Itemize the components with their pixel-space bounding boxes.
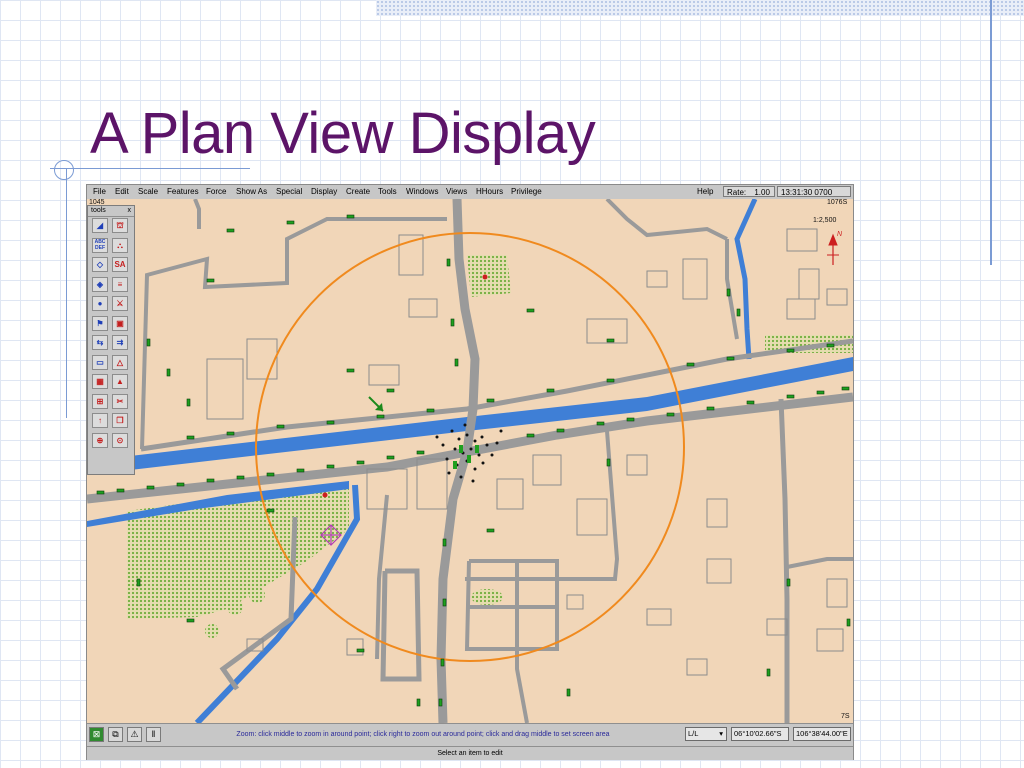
rate-label: Rate: (727, 188, 747, 197)
triangle-icon[interactable]: △ (112, 354, 128, 370)
road (515, 561, 529, 723)
vegetation-area (249, 587, 265, 603)
map-corner-code: 7S (841, 713, 850, 720)
area-draw-icon[interactable]: ◇ (92, 257, 108, 272)
menu-file[interactable]: File (91, 185, 108, 199)
text-abc-icon[interactable]: ABC DEF (92, 237, 108, 253)
map-corner-code: 1076S (827, 199, 848, 206)
minefield-icon[interactable]: ⊞ (92, 393, 108, 409)
pause-icon[interactable]: ‖ (146, 727, 161, 742)
grid-icon[interactable]: ▦ (92, 374, 108, 389)
slide-top-band (376, 0, 1024, 16)
longitude-field[interactable]: 106°38'44.00"E (793, 727, 851, 741)
close-icon[interactable]: x (128, 206, 132, 216)
map-scale: 1:2,500 (813, 217, 837, 224)
coord-mode-select[interactable]: L/L ▾ (685, 727, 727, 741)
latitude-field[interactable]: 06°10'02.66"S (731, 727, 789, 741)
enemy-marker (482, 274, 488, 280)
chevron-down-icon: ▾ (719, 729, 723, 738)
tools-title-label: tools (91, 207, 106, 214)
slide-decor-line (50, 168, 250, 169)
north-label: N (837, 231, 843, 238)
river-branch (734, 199, 758, 360)
cross-swords-icon[interactable]: ⚔ (112, 296, 128, 311)
coord-mode-value: L/L (688, 729, 699, 738)
vegetation-area (205, 624, 219, 638)
edit-message: Select an item to edit (437, 750, 503, 757)
enemy-marker (322, 492, 328, 498)
menu-display[interactable]: Display (309, 185, 339, 199)
camera-icon[interactable]: ▣ (112, 315, 128, 331)
tools-palette[interactable]: tools x ◢ ⛫ ABC DEF ⛬ ◇ SA ◈ ≡ ● ⚔ ⚑ ▣ ⇆ ⇉ ▭ △ ▦ ▲ ⊞ ✂ ↑ ❐ ⊕ ⊙ (87, 205, 135, 475)
crosshair-icon[interactable]: ⊙ (112, 432, 128, 448)
sim-clock: 13:31:30 0700 SIM (777, 186, 851, 208)
route-icon[interactable]: ⇆ (92, 335, 108, 350)
vegetation-area (227, 599, 243, 615)
rate-value: 1.00 (754, 188, 770, 197)
flag-icon[interactable]: ⚑ (92, 315, 108, 331)
road (193, 199, 201, 229)
stack-icon[interactable]: ▲ (112, 374, 128, 389)
plan-view-window: File Edit Scale Features Force Show As S… (86, 184, 854, 760)
units-group-red-icon[interactable]: ⛬ (112, 237, 128, 253)
menu-windows[interactable]: Windows (404, 185, 440, 199)
slide-decor-line (66, 168, 67, 418)
menu-force[interactable]: Force (204, 185, 228, 199)
unit-red-icon[interactable]: ⛫ (112, 218, 128, 233)
menu-hhours[interactable]: HHours (474, 185, 505, 199)
circle-fill-icon[interactable]: ● (92, 296, 108, 311)
tools-title[interactable]: tools x (88, 206, 134, 217)
menu-create[interactable]: Create (344, 185, 372, 199)
arrows-icon[interactable]: ⇉ (112, 335, 128, 350)
defense-icon[interactable]: ≡ (112, 276, 128, 292)
up-arrow-icon[interactable]: ↑ (92, 413, 108, 428)
slide-title: A Plan View Display (90, 101, 596, 166)
warning-icon[interactable]: ⚠ (127, 727, 142, 742)
zoom-hint: Zoom: click middle to zoom in around poi… (236, 731, 610, 738)
north-arrow (827, 233, 839, 265)
menu-special[interactable]: Special (274, 185, 304, 199)
menu-scale[interactable]: Scale (136, 185, 160, 199)
menu-help[interactable]: Help (695, 185, 715, 199)
map-drawing (87, 199, 853, 723)
road (465, 430, 620, 581)
menu-views[interactable]: Views (444, 185, 469, 199)
edit-message-bar: Select an item to edit (87, 746, 853, 760)
road (605, 199, 728, 241)
menu-tools[interactable]: Tools (376, 185, 399, 199)
menu-privilege[interactable]: Privilege (509, 185, 544, 199)
menu-bar: File Edit Scale Features Force Show As S… (87, 185, 853, 208)
road (380, 568, 422, 682)
vehicle-plan-icon[interactable]: ▭ (92, 354, 108, 370)
layers-icon[interactable]: ⧉ (108, 727, 123, 742)
map-canvas[interactable]: 1045 1076S 1:2,500 N 7S tools x ◢ ⛫ ABC DE… (87, 199, 853, 723)
target-icon[interactable]: ⊕ (92, 432, 108, 448)
vegetation-area (467, 255, 511, 297)
menu-features[interactable]: Features (165, 185, 201, 199)
status-bar: ⊠ ⧉ ⚠ ‖ Zoom: click middle to zoom in ar… (87, 723, 853, 746)
map-tool-icon[interactable]: ⊠ (89, 727, 104, 742)
slide-decor-line (990, 0, 992, 265)
rate-box[interactable]: Rate: 1.00 (723, 186, 775, 197)
slide-decor-circle (54, 160, 74, 180)
copy-icon[interactable]: ❐ (112, 413, 128, 428)
menu-edit[interactable]: Edit (113, 185, 131, 199)
pointer-icon[interactable]: ◢ (92, 218, 108, 233)
scissors-icon[interactable]: ✂ (112, 393, 128, 409)
road (778, 398, 790, 723)
road-main (140, 338, 853, 452)
sa-icon[interactable]: SA (112, 257, 128, 272)
vegetation-area (471, 589, 503, 605)
menu-show-as[interactable]: Show As (234, 185, 269, 199)
road (786, 557, 853, 569)
polygon-icon[interactable]: ◈ (92, 276, 108, 292)
